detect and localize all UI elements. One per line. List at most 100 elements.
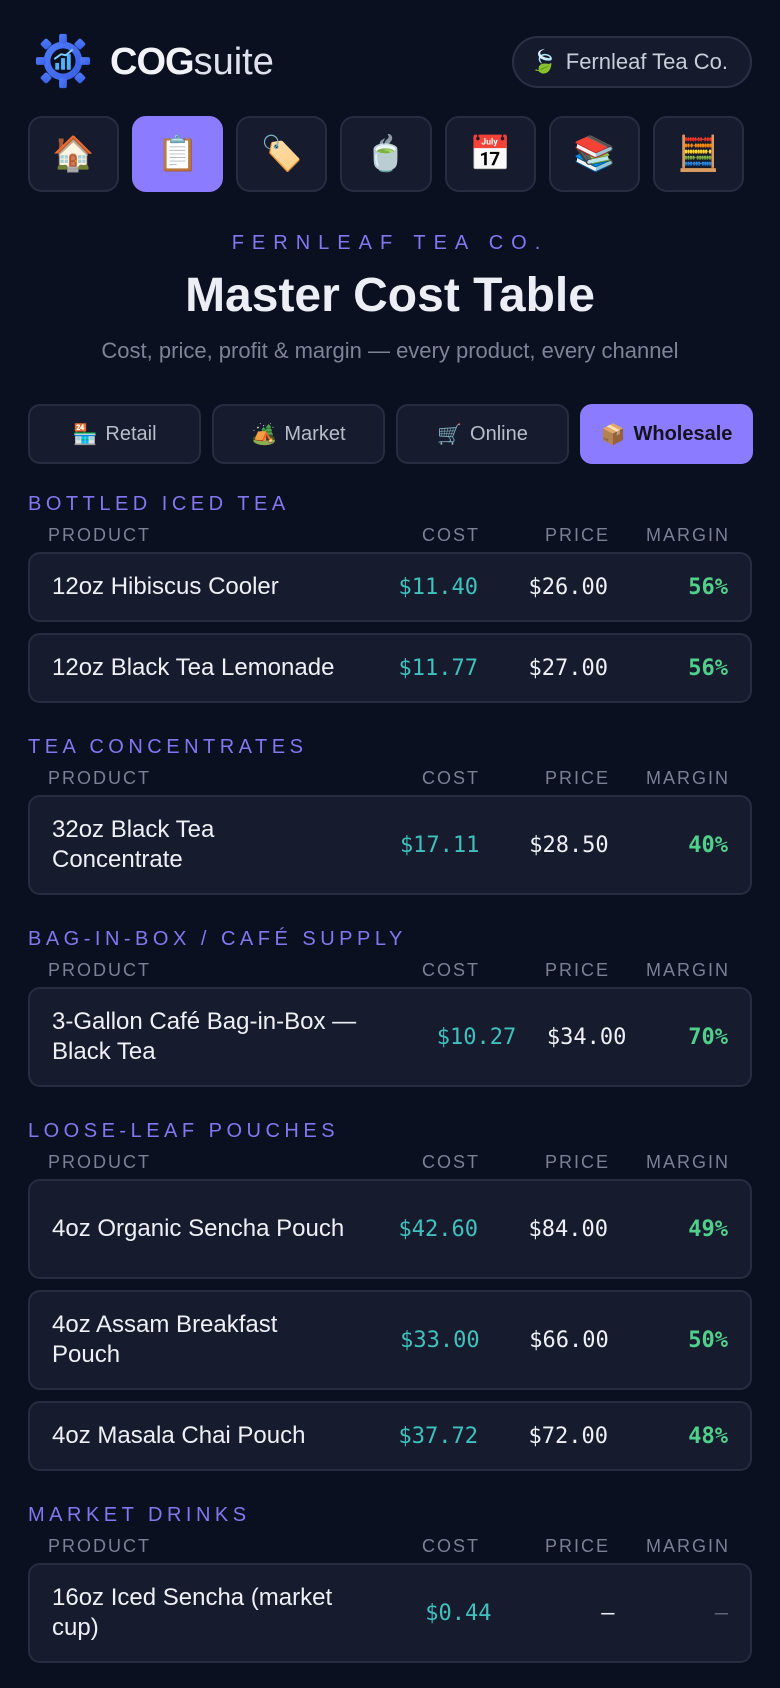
col-cost: COST xyxy=(421,767,480,788)
product-margin: — xyxy=(714,1600,728,1626)
section-title: MARKET DRINKS xyxy=(28,1504,251,1526)
table-row[interactable]: 4oz Assam Breakfast Pouch $33.00 $66.00 … xyxy=(28,1290,752,1390)
col-price: PRICE xyxy=(544,767,610,788)
product-margin: 48% xyxy=(688,1423,728,1449)
package-icon: 📦 xyxy=(600,423,626,446)
nav-cost-table-button[interactable]: 📋 xyxy=(132,116,224,192)
table-row[interactable]: 16oz Iced Sencha (market cup) $0.44 — — xyxy=(28,1563,752,1663)
col-cost: COST xyxy=(421,1535,480,1556)
tab-label: Wholesale xyxy=(633,422,733,445)
product-price: — xyxy=(601,1600,615,1626)
page-eyebrow: FERNLEAF TEA CO. xyxy=(231,232,549,254)
col-price: PRICE xyxy=(544,1151,610,1172)
nav-recipes-button[interactable]: 🍵 xyxy=(340,116,432,192)
table-row[interactable]: 32oz Black Tea Concentrate $17.11 $28.50… xyxy=(28,795,752,895)
page-title: Master Cost Table xyxy=(185,269,595,322)
column-headers: PRODUCT COST PRICE MARGIN xyxy=(28,953,752,987)
brand-wordmark: COGsuite xyxy=(110,42,274,82)
product-price: $84.00 xyxy=(528,1216,608,1242)
tab-market[interactable]: 🏕️ Market xyxy=(212,404,385,464)
nav-library-button[interactable]: 📚 xyxy=(548,116,640,192)
page-subtitle: Cost, price, profit & margin — every pro… xyxy=(101,338,679,363)
product-name: 12oz Hibiscus Cooler xyxy=(52,573,279,600)
nav-home-button[interactable]: 🏠 xyxy=(28,116,120,192)
product-cost: $37.72 xyxy=(398,1423,478,1449)
camping-icon: 🏕️ xyxy=(251,423,277,446)
books-icon: 📚 xyxy=(573,135,616,173)
column-headers: PRODUCT COST PRICE MARGIN xyxy=(28,761,752,795)
table-row[interactable]: 4oz Masala Chai Pouch $37.72 $72.00 48% xyxy=(28,1401,752,1471)
section-title: LOOSE-LEAF POUCHES xyxy=(28,1120,340,1142)
section-market-drinks: MARKET DRINKS PRODUCT COST PRICE MARGIN … xyxy=(28,1501,752,1663)
col-margin: MARGIN xyxy=(646,524,730,545)
col-price: PRICE xyxy=(544,959,610,980)
nav-pricing-button[interactable]: 🏷️ xyxy=(236,116,328,192)
nav-calculator-button[interactable]: 🧮 xyxy=(652,116,744,192)
product-margin: 70% xyxy=(688,1024,728,1050)
product-name: 4oz Masala Chai Pouch xyxy=(52,1422,306,1449)
product-cost: $11.77 xyxy=(398,655,478,681)
product-name: 16oz Iced Sencha (market cup) xyxy=(52,1584,333,1641)
product-price: $27.00 xyxy=(528,655,608,681)
product-margin: 56% xyxy=(688,574,728,600)
col-product: PRODUCT xyxy=(48,959,151,980)
nav-calendar-button[interactable]: 📅 xyxy=(444,116,536,192)
house-icon: 🏠 xyxy=(52,135,95,173)
table-row[interactable]: 4oz Organic Sencha Pouch $42.60 $84.00 4… xyxy=(28,1179,752,1279)
section-title: BOTTLED ICED TEA xyxy=(28,493,290,515)
tab-online[interactable]: 🛒 Online xyxy=(396,404,569,464)
section-bag-in-box: BAG-IN-BOX / CAFÉ SUPPLY PRODUCT COST PR… xyxy=(28,925,752,1087)
product-margin: 40% xyxy=(688,832,728,858)
cog-chart-logo-icon xyxy=(35,33,91,89)
product-cost: $11.40 xyxy=(398,574,478,600)
product-price: $28.50 xyxy=(529,832,609,858)
product-name: 3-Gallon Café Bag-in-Box — Black Tea xyxy=(52,1008,357,1065)
clipboard-icon: 📋 xyxy=(156,135,199,173)
section-loose-leaf-pouches: LOOSE-LEAF POUCHES PRODUCT COST PRICE MA… xyxy=(28,1117,752,1471)
section-title: TEA CONCENTRATES xyxy=(28,736,308,758)
product-margin: 50% xyxy=(688,1327,729,1353)
brand-light: suite xyxy=(193,41,274,83)
table-row[interactable]: 3-Gallon Café Bag-in-Box — Black Tea $10… xyxy=(28,987,752,1087)
section-tea-concentrates: TEA CONCENTRATES PRODUCT COST PRICE MARG… xyxy=(28,733,752,895)
table-row[interactable]: 12oz Hibiscus Cooler $11.40 $26.00 56% xyxy=(28,552,752,622)
tab-label: Retail xyxy=(105,422,157,445)
col-product: PRODUCT xyxy=(48,767,151,788)
product-price: $26.00 xyxy=(528,574,608,600)
col-product: PRODUCT xyxy=(48,1151,151,1172)
product-cost: $17.11 xyxy=(399,832,480,858)
tab-label: Market xyxy=(284,422,346,445)
col-product: PRODUCT xyxy=(48,1535,151,1556)
product-margin: 49% xyxy=(688,1216,728,1242)
col-cost: COST xyxy=(421,524,480,545)
tab-wholesale[interactable]: 📦 Wholesale xyxy=(580,404,753,464)
tea-cup-icon: 🍵 xyxy=(364,135,408,173)
tab-label: Online xyxy=(470,422,528,445)
column-headers: PRODUCT COST PRICE MARGIN xyxy=(28,1145,752,1179)
col-cost: COST xyxy=(421,959,480,980)
table-row[interactable]: 12oz Black Tea Lemonade $11.77 $27.00 56… xyxy=(28,633,752,703)
col-margin: MARGIN xyxy=(646,1535,730,1556)
cost-sections: BOTTLED ICED TEA PRODUCT COST PRICE MARG… xyxy=(28,490,752,1688)
app-header: COGsuite 🍃 Fernleaf Tea Co. xyxy=(28,28,752,94)
product-price: $72.00 xyxy=(528,1423,608,1449)
leaf-icon: 🍃 xyxy=(530,49,558,74)
convenience-store-icon: 🏪 xyxy=(72,423,98,446)
product-price: $34.00 xyxy=(546,1024,627,1050)
product-cost: $42.60 xyxy=(398,1216,478,1242)
col-product: PRODUCT xyxy=(48,524,151,545)
product-name: 4oz Assam Breakfast Pouch xyxy=(52,1311,278,1368)
section-title: BAG-IN-BOX / CAFÉ SUPPLY xyxy=(28,928,407,950)
product-cost: $33.00 xyxy=(400,1327,480,1353)
product-cost: $0.44 xyxy=(425,1600,492,1626)
product-cost: $10.27 xyxy=(436,1024,517,1050)
brand-bold: COG xyxy=(110,41,195,83)
product-name: 32oz Black Tea Concentrate xyxy=(52,816,215,873)
col-price: PRICE xyxy=(544,524,610,545)
tab-retail[interactable]: 🏪 Retail xyxy=(28,404,201,464)
organization-switcher[interactable]: 🍃 Fernleaf Tea Co. xyxy=(512,36,752,88)
col-margin: MARGIN xyxy=(646,767,730,788)
col-margin: MARGIN xyxy=(646,1151,730,1172)
col-cost: COST xyxy=(421,1151,480,1172)
col-price: PRICE xyxy=(544,1535,610,1556)
